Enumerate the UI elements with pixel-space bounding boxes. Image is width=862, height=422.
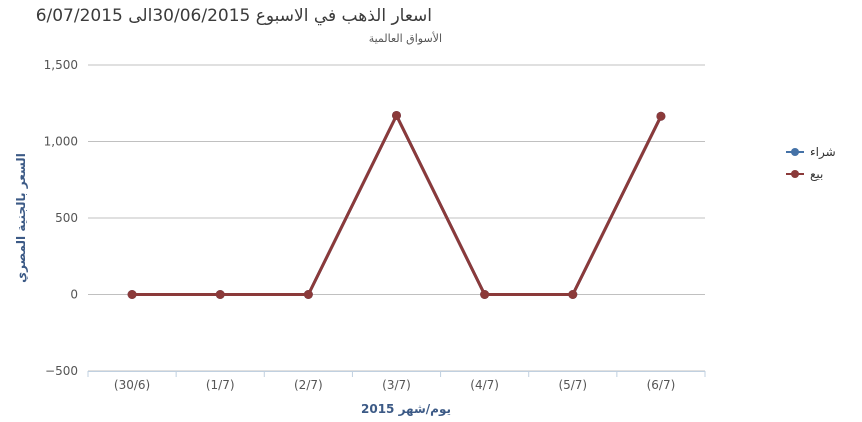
chart-container: اسعار الذهب في الاسبوع 30/06/2015الى 6/0… <box>0 0 862 422</box>
y-tick-label: 0 <box>70 288 78 302</box>
data-point[interactable] <box>480 290 490 299</box>
gridlines <box>88 64 705 372</box>
y-axis: −500 0 500 1,000 1,500 <box>44 58 78 378</box>
data-point[interactable] <box>656 111 666 121</box>
y-tick-label: 500 <box>55 211 78 225</box>
legend-marker-buy <box>786 147 804 157</box>
x-tick-label: (2/7) <box>294 378 323 392</box>
legend: شراء بيع <box>786 141 856 185</box>
y-axis-title: السعر بالجنية المصري <box>14 153 28 283</box>
y-tick-label: 1,500 <box>44 58 78 72</box>
x-tick-label: (6/7) <box>647 378 676 392</box>
x-tick-label: (4/7) <box>470 378 499 392</box>
legend-marker-sell <box>786 169 804 179</box>
x-tick-label: (5/7) <box>558 378 587 392</box>
x-axis-title: يوم/شهر 2015 <box>361 402 451 417</box>
legend-label-sell: بيع <box>810 167 824 181</box>
series-sell <box>127 110 666 299</box>
series-line <box>132 114 663 296</box>
y-tick-label: −500 <box>45 364 78 378</box>
x-tick-label: (3/7) <box>382 378 411 392</box>
x-tick-label: (30/6) <box>114 378 150 392</box>
y-tick-label: 1,000 <box>44 135 78 149</box>
series-lines <box>127 110 666 299</box>
x-axis <box>87 371 706 377</box>
data-point[interactable] <box>215 290 225 299</box>
data-point[interactable] <box>127 290 137 299</box>
legend-item-buy[interactable]: شراء <box>786 141 856 163</box>
x-tick-label: (1/7) <box>206 378 235 392</box>
legend-label-buy: شراء <box>810 145 836 159</box>
legend-item-sell[interactable]: بيع <box>786 163 856 185</box>
x-tick-labels: (30/6) (1/7) (2/7) (3/7) (4/7) (5/7) (6/7) <box>114 378 675 392</box>
data-point[interactable] <box>303 290 313 299</box>
series-line <box>132 114 663 296</box>
data-point[interactable] <box>568 290 578 299</box>
plot-area: −500 0 500 1,000 1,500 (30/6) (1/7) (2/7) (3/7)… <box>14 58 706 417</box>
data-point[interactable] <box>392 110 401 120</box>
